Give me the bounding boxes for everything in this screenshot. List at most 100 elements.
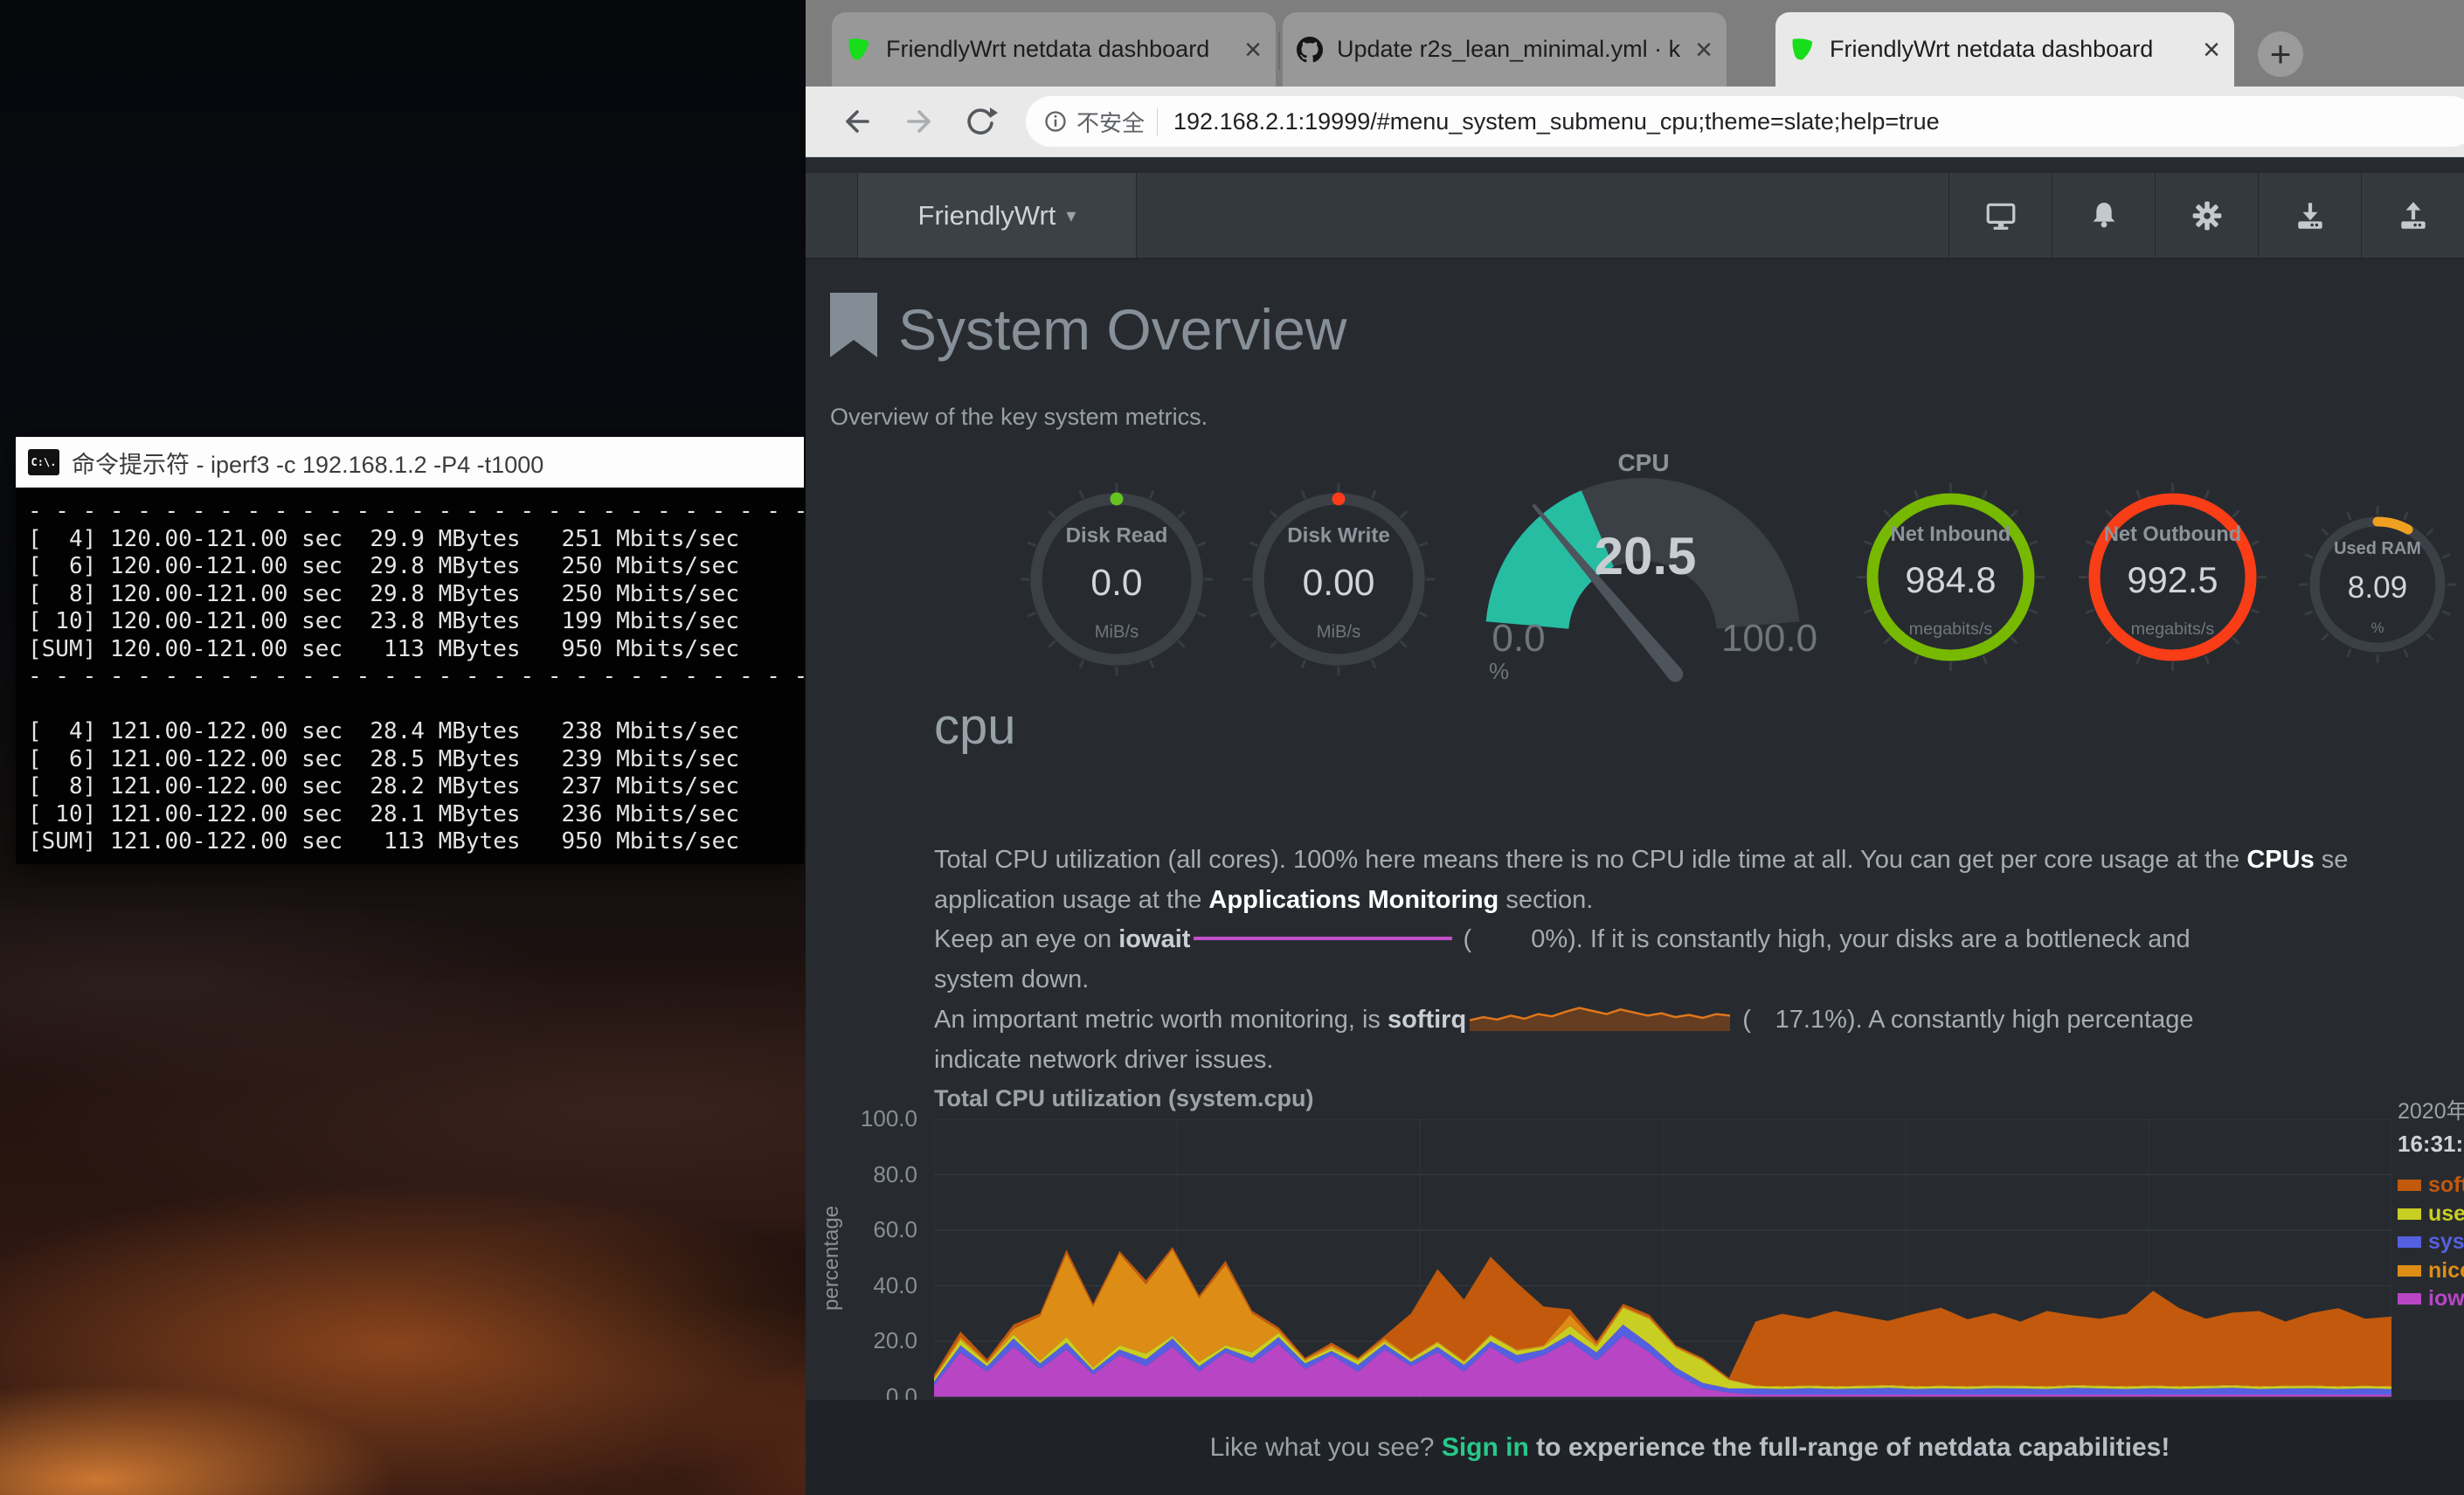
terminal-line: [ 8] 120.00-121.00 sec 29.8 MBytes 250 M… xyxy=(28,581,804,609)
tab-close-icon[interactable]: × xyxy=(1244,37,1262,63)
terminal-titlebar[interactable]: C:\. 命令提示符 - iperf3 -c 192.168.1.2 -P4 -… xyxy=(16,437,804,488)
svg-text:%: % xyxy=(1489,658,1509,684)
address-bar[interactable]: 不安全 192.168.2.1:19999/#menu_system_subme… xyxy=(1026,96,2464,147)
banner-pre: Like what you see? xyxy=(1210,1433,1442,1462)
svg-text:992.5: 992.5 xyxy=(2127,559,2218,600)
page-title: System Overview xyxy=(898,293,1346,366)
gauge-disk-write[interactable]: Disk Write0.00MiB/s xyxy=(1238,479,1439,684)
text: ( xyxy=(1735,1006,1751,1034)
tab-friendlywrt-1[interactable]: FriendlyWrt netdata dashboard × xyxy=(832,12,1276,87)
tab-close-icon[interactable]: × xyxy=(1695,37,1713,63)
upload-icon xyxy=(2397,199,2430,232)
github-favicon xyxy=(1297,37,1323,63)
legend-item-iowait[interactable]: iowait xyxy=(2398,1286,2464,1312)
legend-label: user xyxy=(2428,1201,2464,1227)
description-line: application usage at the Applications Mo… xyxy=(934,881,2464,921)
text: An important metric worth monitoring, is xyxy=(934,1006,1388,1034)
chart-ylabel: percentage xyxy=(820,1171,846,1346)
url-text: 192.168.2.1:19999/#menu_system_submenu_c… xyxy=(1173,108,1940,135)
svg-text:0.0: 0.0 xyxy=(1492,617,1545,660)
tab-title: FriendlyWrt netdata dashboard xyxy=(1830,36,2192,63)
softirq-sparkline xyxy=(1470,1000,1732,1033)
text: ). If it is constantly high, your disks … xyxy=(1568,925,2190,953)
bookmark-icon xyxy=(828,293,879,359)
terminal-line: [ 4] 121.00-122.00 sec 28.4 MBytes 238 M… xyxy=(28,718,804,746)
svg-text:100.0: 100.0 xyxy=(1721,617,1817,660)
description-line: indicate network driver issues. xyxy=(934,1041,2464,1081)
new-tab-button[interactable]: + xyxy=(2258,31,2303,77)
legend-item-system[interactable]: system xyxy=(2398,1229,2464,1255)
cpu-utilization-chart[interactable] xyxy=(934,1119,2391,1400)
info-icon[interactable] xyxy=(1043,109,1068,134)
section-link[interactable]: Applications Monitoring xyxy=(1208,886,1498,914)
legend-item-softirq[interactable]: softirq xyxy=(2398,1173,2464,1198)
iowait-sparkline xyxy=(1194,937,1452,940)
section-link[interactable]: CPUs xyxy=(2246,846,2314,874)
gauge-used-ram[interactable]: Used RAM 8.09% xyxy=(2294,502,2461,672)
svg-text:%: % xyxy=(2371,619,2384,636)
legend-swatch xyxy=(2398,1180,2421,1191)
navbar-actions xyxy=(1948,173,2464,258)
browser-toolbar: 不安全 192.168.2.1:19999/#menu_system_subme… xyxy=(806,87,2464,157)
text: ). A constantly high percentage xyxy=(1847,1006,2194,1034)
legend-swatch xyxy=(2398,1265,2421,1277)
host-dropdown[interactable]: FriendlyWrt ▾ xyxy=(857,173,1137,258)
legend-label: nice xyxy=(2428,1258,2464,1284)
chart-title: Total CPU utilization (system.cpu) xyxy=(934,1085,1314,1112)
netdata-dashboard: FriendlyWrt ▾ xyxy=(806,157,2464,1495)
tab-title: Update r2s_lean_minimal.yml · k xyxy=(1337,36,1685,63)
legend-label: iowait xyxy=(2428,1286,2464,1312)
alarms-button[interactable] xyxy=(2052,173,2155,258)
legend-swatch xyxy=(2398,1293,2421,1305)
legend-item-user[interactable]: user xyxy=(2398,1201,2464,1227)
terminal-line xyxy=(28,691,804,719)
text: Total CPU utilization (all cores). 100% … xyxy=(934,846,2246,874)
chart-legend: 2020年3 16:31:2 xyxy=(2398,1094,2464,1158)
export-button[interactable] xyxy=(2361,173,2464,258)
gauge-cpu[interactable]: CPU20.50.0100.0% xyxy=(1477,441,1826,708)
metric-value: 0% xyxy=(1471,920,1568,960)
description-line: Total CPU utilization (all cores). 100% … xyxy=(934,841,2464,881)
terminal-line: [SUM] 121.00-122.00 sec 113 MBytes 950 M… xyxy=(28,828,804,856)
sign-in-link[interactable]: Sign in xyxy=(1442,1433,1529,1462)
terminal-line: [ 8] 121.00-122.00 sec 28.2 MBytes 237 M… xyxy=(28,773,804,801)
svg-text:984.8: 984.8 xyxy=(1905,559,1996,600)
svg-text:MiB/s: MiB/s xyxy=(1317,623,1361,642)
terminal-line: - - - - - - - - - - - - - - - - - - - - … xyxy=(28,663,804,691)
tab-github[interactable]: Update r2s_lean_minimal.yml · k × xyxy=(1283,12,1727,87)
gauge-disk-read[interactable]: Disk Read0.0MiB/s xyxy=(1016,479,1217,684)
description-line: An important metric worth monitoring, is… xyxy=(934,1000,2464,1041)
monitor-button[interactable] xyxy=(1948,173,2052,258)
text: system down. xyxy=(934,966,1089,993)
section-heading-cpu: cpu xyxy=(934,697,1016,756)
svg-text:Used RAM: Used RAM xyxy=(2334,539,2421,558)
svg-text:8.09: 8.09 xyxy=(2348,571,2407,605)
reload-icon[interactable] xyxy=(963,104,998,139)
banner-post: to experience the full-range of netdata … xyxy=(1529,1433,2170,1462)
back-icon[interactable] xyxy=(839,104,874,139)
tab-friendlywrt-2-active[interactable]: FriendlyWrt netdata dashboard × xyxy=(1775,12,2234,87)
svg-text:20.5: 20.5 xyxy=(1595,527,1697,585)
netdata-favicon xyxy=(1789,37,1816,63)
signin-banner: Like what you see? Sign in to experience… xyxy=(806,1400,2464,1495)
gauge-net-inbound[interactable]: Net Inbound984.8megabits/s xyxy=(1852,479,2049,680)
tab-divider xyxy=(1278,31,1280,70)
legend-item-nice[interactable]: nice xyxy=(2398,1258,2464,1284)
gauge-net-outbound[interactable]: Net Outbound992.5megabits/s xyxy=(2074,479,2271,680)
terminal-line: - - - - - - - - - - - - - - - - - - - - … xyxy=(28,498,804,526)
terminal-line: [ 10] 120.00-121.00 sec 23.8 MBytes 199 … xyxy=(28,608,804,636)
cmd-icon: C:\. xyxy=(28,449,59,475)
settings-button[interactable] xyxy=(2155,173,2258,258)
tab-close-icon[interactable]: × xyxy=(2203,37,2220,63)
forward-icon[interactable] xyxy=(903,104,938,139)
text: se xyxy=(2315,846,2349,874)
omnibox-divider xyxy=(1157,107,1158,135)
legend-label: system xyxy=(2428,1229,2464,1255)
svg-text:Net Inbound: Net Inbound xyxy=(1891,523,2011,546)
svg-text:0.00: 0.00 xyxy=(1303,562,1375,604)
dashboard-navbar: FriendlyWrt ▾ xyxy=(806,173,2464,260)
import-button[interactable] xyxy=(2258,173,2361,258)
svg-text:Disk Read: Disk Read xyxy=(1066,523,1168,547)
gear-icon xyxy=(2191,199,2224,232)
terminal-line: [ 6] 121.00-122.00 sec 28.5 MBytes 239 M… xyxy=(28,746,804,774)
